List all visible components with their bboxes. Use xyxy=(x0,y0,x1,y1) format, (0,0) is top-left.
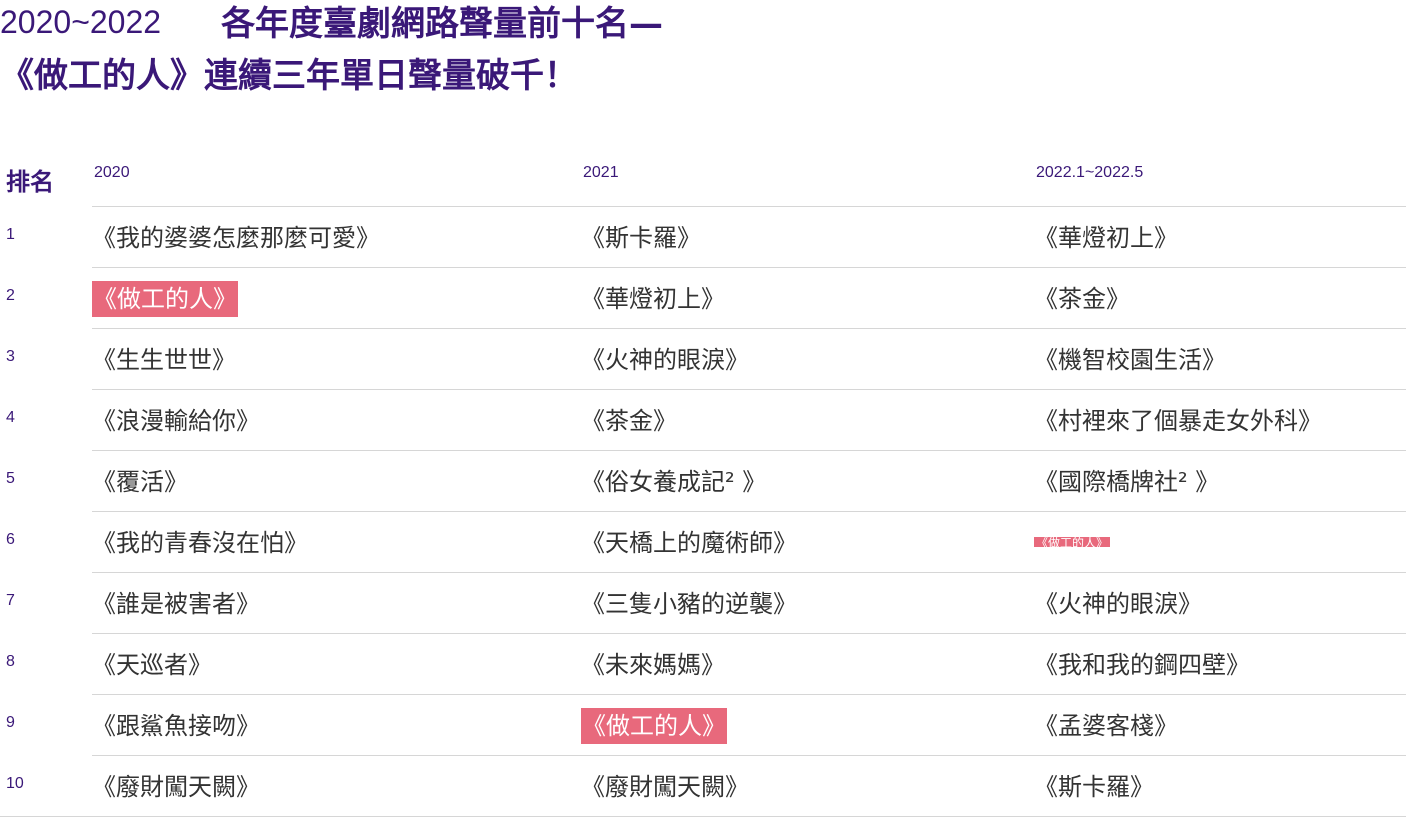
rank-number: 5 xyxy=(6,470,15,487)
row-divider xyxy=(92,328,1406,329)
rank-column-header: 排名 xyxy=(6,168,54,196)
column-header-2022: 2022.1~2022.5 xyxy=(1036,164,1144,181)
drama-title-2021: 《三隻小豬的逆襲》 xyxy=(581,590,797,618)
headline-text-1: 各年度臺劇網路聲量前十名— xyxy=(221,4,664,44)
rank-number: 10 xyxy=(6,775,24,792)
drama-title-2020: 《跟鯊魚接吻》 xyxy=(92,712,260,740)
drama-title-2021: 《火神的眼淚》 xyxy=(581,346,749,374)
drama-title-2020-highlighted: 《做工的人》 xyxy=(92,281,238,317)
rank-number: 1 xyxy=(6,226,15,243)
row-divider xyxy=(92,755,1406,756)
row-divider xyxy=(92,572,1406,573)
drama-title-2020: 《浪漫輸給你》 xyxy=(92,407,260,435)
drama-title-2022: 《國際橋牌社² 》 xyxy=(1034,468,1220,496)
rank-number: 3 xyxy=(6,348,15,365)
drama-title-2020: 《誰是被害者》 xyxy=(92,590,260,618)
drama-title-2021-highlighted: 《做工的人》 xyxy=(581,708,727,744)
row-divider xyxy=(92,633,1406,634)
drama-title-2022: 《茶金》 xyxy=(1034,285,1130,313)
drama-title-2021: 《斯卡羅》 xyxy=(581,224,701,252)
drama-title-2021: 《廢財闖天闕》 xyxy=(581,773,749,801)
row-divider xyxy=(92,389,1406,390)
drama-title-2022: 《我和我的鋼四壁》 xyxy=(1034,651,1250,679)
drama-title-2021: 《天橋上的魔術師》 xyxy=(581,529,797,557)
drama-title-2021: 《華燈初上》 xyxy=(581,285,725,313)
drama-title-2020: 《天巡者》 xyxy=(92,651,212,679)
table-row: 7 《誰是被害者》 《三隻小豬的逆襲》 《火神的眼淚》 xyxy=(0,572,1406,633)
drama-title-2022: 《華燈初上》 xyxy=(1034,224,1178,252)
table-row: 9 《跟鯊魚接吻》 《做工的人》 《孟婆客棧》 xyxy=(0,694,1406,755)
drama-title-2020: 《生生世世》 xyxy=(92,346,236,374)
row-divider xyxy=(92,267,1406,268)
drama-title-2020: 《我的婆婆怎麼那麼可愛》 xyxy=(92,224,380,252)
row-divider xyxy=(92,206,1406,207)
table-header: 排名 2020 2021 2022.1~2022.5 xyxy=(0,156,1406,204)
rank-number: 7 xyxy=(6,592,15,609)
drama-title-2022: 《火神的眼淚》 xyxy=(1034,590,1202,618)
table-row: 5 《覆活》 《俗女養成記² 》 《國際橋牌社² 》 xyxy=(0,450,1406,511)
row-divider xyxy=(92,511,1406,512)
row-divider xyxy=(92,450,1406,451)
drama-title-2022: 《村裡來了個暴走女外科》 xyxy=(1034,407,1322,435)
row-divider xyxy=(92,694,1406,695)
drama-title-2020: 《我的青春沒在怕》 xyxy=(92,529,308,557)
rank-number: 8 xyxy=(6,653,15,670)
drama-title-2022: 《斯卡羅》 xyxy=(1034,773,1154,801)
drama-title-2020: 《廢財闖天闕》 xyxy=(92,773,260,801)
drama-title-2022-highlighted: 《做工的人》 xyxy=(1034,537,1111,547)
drama-title-2021: 《茶金》 xyxy=(581,407,677,435)
table-bottom-rule xyxy=(92,816,1406,817)
table-row: 3 《生生世世》 《火神的眼淚》 《機智校園生活》 xyxy=(0,328,1406,389)
table-row: 6 《我的青春沒在怕》 《天橋上的魔術師》 《做工的人》 xyxy=(0,511,1406,572)
drama-title-2021: 《俗女養成記² 》 xyxy=(581,468,767,496)
drama-title-2021: 《未來媽媽》 xyxy=(581,651,725,679)
table-row: 2 《做工的人》 《華燈初上》 《茶金》 xyxy=(0,267,1406,328)
drama-title-2020: 《覆活》 xyxy=(92,468,188,496)
table-row: 8 《天巡者》 《未來媽媽》 《我和我的鋼四壁》 xyxy=(0,633,1406,694)
rank-number: 2 xyxy=(6,287,15,304)
drama-title-2022: 《孟婆客棧》 xyxy=(1034,712,1178,740)
ranking-table: 1 《我的婆婆怎麼那麼可愛》 《斯卡羅》 《華燈初上》 2 《做工的人》 《華燈… xyxy=(0,206,1406,817)
rank-number: 6 xyxy=(6,531,15,548)
table-row: 1 《我的婆婆怎麼那麼可愛》 《斯卡羅》 《華燈初上》 xyxy=(0,206,1406,267)
rank-number: 9 xyxy=(6,714,15,731)
table-row: 4 《浪漫輸給你》 《茶金》 《村裡來了個暴走女外科》 xyxy=(0,389,1406,450)
drama-title-2022: 《機智校園生活》 xyxy=(1034,346,1226,374)
column-header-2020: 2020 xyxy=(94,164,130,181)
rank-number: 4 xyxy=(6,409,15,426)
table-row: 10 《廢財闖天闕》 《廢財闖天闕》 《斯卡羅》 xyxy=(0,755,1406,817)
year-range: 2020~2022 xyxy=(0,4,162,40)
column-header-2021: 2021 xyxy=(583,164,619,181)
headline-text-2: 《做工的人》連續三年單日聲量破千！ xyxy=(0,56,578,96)
headline-line-1: 2020~2022 各年度臺劇網路聲量前十名— xyxy=(0,2,663,46)
